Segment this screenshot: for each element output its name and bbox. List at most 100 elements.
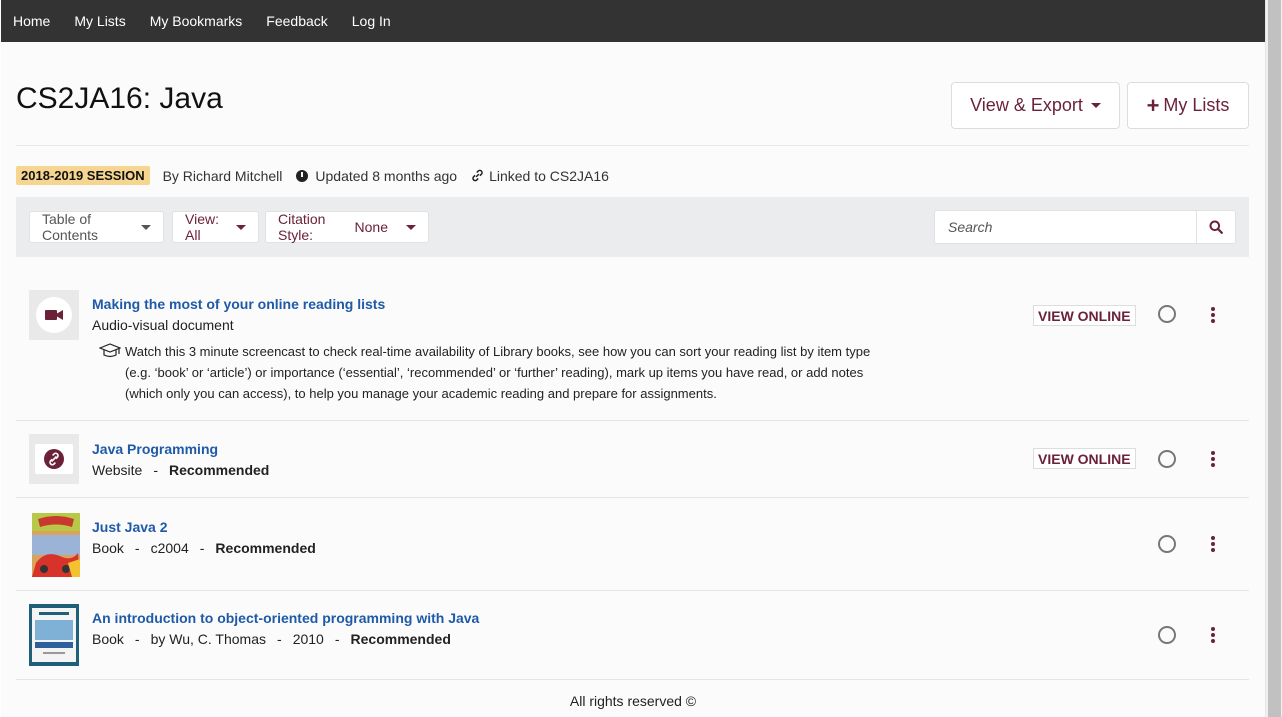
mark-read-radio[interactable] bbox=[1158, 305, 1176, 323]
chevron-down-icon bbox=[406, 224, 416, 230]
list-meta: 2018-2019 SESSION By Richard Mitchell Up… bbox=[16, 166, 623, 185]
item-type: Book bbox=[92, 540, 124, 556]
separator: - bbox=[134, 631, 140, 647]
nav-my-lists[interactable]: My Lists bbox=[74, 0, 125, 42]
kebab-dot bbox=[1211, 319, 1215, 323]
kebab-dot bbox=[1211, 633, 1215, 637]
item-type: Audio-visual document bbox=[92, 317, 234, 333]
item-date: c2004 bbox=[150, 540, 189, 556]
item-importance: Recommended bbox=[350, 631, 451, 647]
view-export-label: View & Export bbox=[970, 95, 1083, 115]
mark-read-radio[interactable] bbox=[1158, 626, 1176, 644]
chevron-down-icon bbox=[236, 224, 246, 230]
nav-log-in[interactable]: Log In bbox=[352, 0, 391, 42]
top-nav: Home My Lists My Bookmarks Feedback Log … bbox=[1, 0, 1265, 42]
nav-home[interactable]: Home bbox=[13, 0, 50, 42]
citation-style-label: Citation Style: bbox=[278, 211, 326, 243]
mark-read-radio[interactable] bbox=[1158, 450, 1176, 468]
item-title-link[interactable]: Java Programming bbox=[92, 441, 218, 457]
divider bbox=[16, 145, 1249, 146]
plus-icon: + bbox=[1146, 92, 1160, 118]
search-input[interactable] bbox=[934, 210, 1197, 244]
view-filter-label: View: All bbox=[185, 211, 219, 243]
kebab-dot bbox=[1211, 313, 1215, 317]
item-details: Audio-visual document bbox=[92, 317, 234, 333]
more-options-icon[interactable] bbox=[1210, 536, 1216, 552]
search-button[interactable] bbox=[1196, 210, 1236, 244]
link-icon bbox=[472, 169, 483, 182]
kebab-dot bbox=[1211, 542, 1215, 546]
updated-info: Updated 8 months ago bbox=[296, 168, 457, 184]
list-item: Making the most of your online reading l… bbox=[16, 258, 1249, 421]
item-details: Website - Recommended bbox=[92, 462, 269, 478]
item-importance: Recommended bbox=[215, 540, 316, 556]
page-content: CS2JA16: Java View & Export + My Lists 2… bbox=[1, 42, 1265, 717]
item-type: Book bbox=[92, 631, 124, 647]
view-export-button[interactable]: View & Export bbox=[951, 82, 1120, 129]
separator: - bbox=[199, 540, 205, 556]
item-details: Book - by Wu, C. Thomas -2010- Recommended bbox=[92, 631, 451, 647]
link-icon bbox=[44, 449, 64, 469]
vertical-scrollbar[interactable] bbox=[1265, 0, 1282, 717]
nav-my-bookmarks[interactable]: My Bookmarks bbox=[150, 0, 243, 42]
clock-icon bbox=[296, 169, 309, 182]
updated-text: Updated 8 months ago bbox=[315, 167, 458, 184]
add-to-my-lists-button[interactable]: + My Lists bbox=[1127, 82, 1249, 129]
book-cover-art bbox=[29, 604, 79, 666]
footer-text: All rights reserved © bbox=[569, 693, 697, 709]
book-cover-image[interactable] bbox=[32, 513, 80, 577]
view-filter-dropdown[interactable]: View: All bbox=[172, 211, 259, 243]
citation-style-value: None bbox=[354, 219, 388, 235]
separator: - bbox=[334, 631, 340, 647]
list-item: Java Programming Website - Recommended VIE… bbox=[16, 421, 1249, 498]
item-note: Watch this 3 minute screencast to check … bbox=[99, 341, 899, 404]
icon-backdrop bbox=[36, 297, 72, 333]
item-importance: Recommended bbox=[169, 462, 270, 478]
item-title-link[interactable]: Just Java 2 bbox=[92, 519, 168, 535]
kebab-dot bbox=[1211, 457, 1215, 461]
scrollbar-thumb[interactable] bbox=[1268, 0, 1281, 717]
author-text: By Richard Mitchell bbox=[162, 167, 283, 184]
view-online-button[interactable]: VIEW ONLINE bbox=[1033, 305, 1136, 326]
kebab-dot bbox=[1211, 463, 1215, 467]
item-title-link[interactable]: An introduction to object-oriented progr… bbox=[92, 610, 479, 626]
session-badge: 2018-2019 SESSION bbox=[16, 166, 150, 185]
mark-read-radio[interactable] bbox=[1158, 535, 1176, 553]
item-date: 2010 bbox=[292, 631, 324, 647]
more-options-icon[interactable] bbox=[1210, 451, 1216, 467]
more-options-icon[interactable] bbox=[1210, 627, 1216, 643]
video-camera-icon bbox=[45, 310, 63, 320]
kebab-dot bbox=[1211, 639, 1215, 643]
nav-feedback[interactable]: Feedback bbox=[266, 0, 327, 42]
separator: - bbox=[153, 462, 158, 478]
item-note-text: Watch this 3 minute screencast to check … bbox=[125, 344, 871, 401]
kebab-dot bbox=[1211, 451, 1215, 455]
list-toolbar: Table of Contents View: All Citation Sty… bbox=[16, 197, 1249, 257]
kebab-dot bbox=[1211, 548, 1215, 552]
view-online-button[interactable]: VIEW ONLINE bbox=[1033, 448, 1136, 469]
separator: - bbox=[134, 540, 140, 556]
citation-style-dropdown[interactable]: Citation Style: None bbox=[265, 211, 429, 243]
toc-label: Table of Contents bbox=[42, 211, 99, 243]
chevron-down-icon bbox=[1090, 103, 1101, 108]
separator: - bbox=[277, 631, 282, 647]
list-item: Just Java 2 Book - c2004- Recommended bbox=[16, 498, 1249, 591]
list-item: An introduction to object-oriented progr… bbox=[16, 591, 1249, 680]
table-of-contents-dropdown[interactable]: Table of Contents bbox=[29, 211, 164, 243]
item-thumbnail bbox=[29, 290, 79, 340]
item-details: Book - c2004- Recommended bbox=[92, 540, 316, 556]
kebab-dot bbox=[1211, 307, 1215, 311]
graduation-cap-icon bbox=[99, 343, 121, 358]
item-author: by Wu, C. Thomas bbox=[150, 631, 267, 647]
item-type: Website bbox=[92, 462, 143, 478]
book-cover-image[interactable] bbox=[29, 604, 79, 666]
my-lists-label: My Lists bbox=[1163, 95, 1230, 115]
linked-text: Linked to CS2JA16 bbox=[489, 167, 609, 184]
kebab-dot bbox=[1211, 536, 1215, 540]
icon-backdrop bbox=[35, 444, 73, 474]
kebab-dot bbox=[1211, 627, 1215, 631]
linked-info: Linked to CS2JA16 bbox=[471, 168, 609, 184]
list-author: By Richard Mitchell bbox=[163, 168, 283, 184]
more-options-icon[interactable] bbox=[1210, 307, 1216, 323]
item-title-link[interactable]: Making the most of your online reading l… bbox=[92, 296, 385, 312]
